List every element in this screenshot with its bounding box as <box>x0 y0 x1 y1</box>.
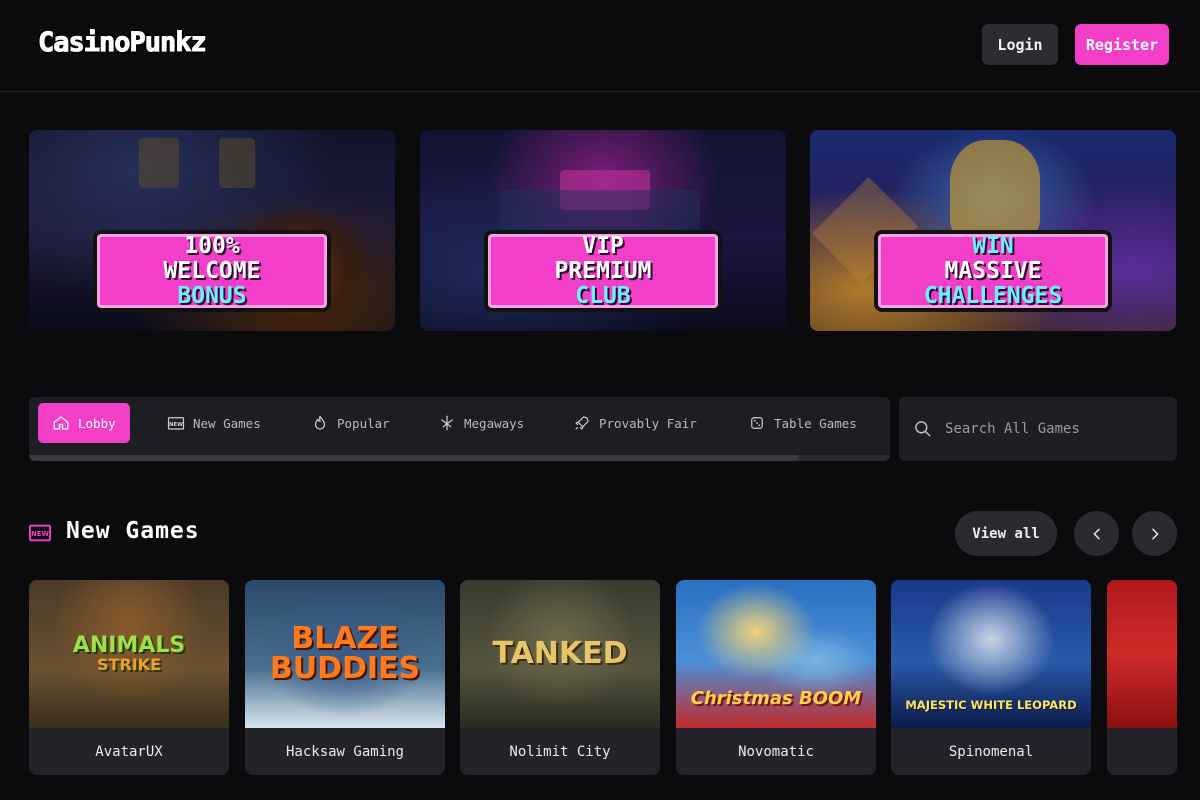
banner-line: MASSIVE <box>944 257 1042 284</box>
flame-icon <box>314 415 326 430</box>
home-icon <box>53 416 69 430</box>
banner-line: BONUS <box>177 282 247 309</box>
tab-label: Megaways <box>464 415 525 431</box>
tab-popular[interactable]: Popular <box>311 403 390 443</box>
banner-line: VIP <box>582 232 624 259</box>
game-provider: Spinomenal <box>891 728 1091 775</box>
welcome-bonus-banner[interactable]: 100% WELCOME BONUS <box>29 130 395 331</box>
game-provider: AvatarUX <box>29 728 229 775</box>
site-logo[interactable]: CasinoPunkz <box>38 27 208 59</box>
new-badge-icon: NEW <box>167 417 185 430</box>
tab-scrollbar-thumb[interactable] <box>29 455 799 461</box>
game-card-partial[interactable] <box>1107 580 1177 775</box>
chevron-left-icon <box>1093 528 1100 539</box>
dice-icon <box>751 417 763 429</box>
game-title-line: MAJESTIC WHITE LEOPARD <box>905 698 1077 713</box>
game-title-line: ANIMALS <box>72 633 186 658</box>
megaways-icon <box>441 415 453 431</box>
tab-label: Popular <box>337 415 390 431</box>
chevron-right-icon <box>1151 528 1158 539</box>
tab-lobby[interactable]: Lobby <box>38 403 130 443</box>
slot-machine-decor <box>219 138 255 188</box>
view-all-button[interactable]: View all <box>955 511 1057 556</box>
tab-label: Table Games <box>774 415 857 431</box>
game-title-line: BLAZE <box>291 621 399 656</box>
game-thumbnail: ANIMALS STRIKE <box>29 580 229 728</box>
login-button[interactable]: Login <box>982 24 1058 65</box>
section-title: New Games <box>66 518 200 544</box>
game-title-line: STRIKE <box>96 655 162 674</box>
banner-line: PREMIUM <box>554 257 652 284</box>
pharaoh-decor <box>950 140 1040 240</box>
tab-provably-fair[interactable]: Provably Fair <box>573 403 697 443</box>
game-title-line: BUDDIES <box>269 651 421 686</box>
game-card[interactable]: MAJESTIC WHITE LEOPARD Spinomenal <box>891 580 1091 775</box>
game-title-line: Christmas BOOM <box>690 688 862 709</box>
banner-line: 100% <box>184 232 240 259</box>
game-title-line: TANKED <box>492 636 628 671</box>
carousel-next-button[interactable] <box>1132 511 1177 556</box>
tab-table-games[interactable]: Table Games <box>748 403 857 443</box>
tab-megaways[interactable]: Megaways <box>438 403 524 443</box>
banner-plaque: 100% WELCOME BONUS <box>93 230 331 312</box>
game-provider-partial <box>1107 728 1177 775</box>
rocket-icon <box>575 416 589 430</box>
game-card[interactable]: BLAZE BUDDIES Hacksaw Gaming <box>245 580 445 775</box>
banner-line: CLUB <box>575 282 631 309</box>
banner-plaque: VIP PREMIUM CLUB <box>484 230 722 312</box>
search-input[interactable] <box>945 421 1145 437</box>
tab-new-games[interactable]: NEW New Games <box>167 403 261 443</box>
game-provider: Nolimit City <box>460 728 660 775</box>
new-games-section-icon: NEW <box>29 524 51 542</box>
game-thumbnail: TANKED <box>460 580 660 728</box>
svg-text:NEW: NEW <box>31 530 49 538</box>
banner-line: CHALLENGES <box>923 282 1063 309</box>
game-search-box[interactable] <box>899 397 1177 461</box>
tab-label: Provably Fair <box>599 415 697 431</box>
vip-club-banner[interactable]: VIP PREMIUM CLUB <box>420 130 786 331</box>
tab-label: New Games <box>193 415 261 431</box>
register-button[interactable]: Register <box>1075 24 1169 65</box>
slot-machine-decor <box>139 138 179 188</box>
search-icon <box>915 421 931 437</box>
tab-label: Lobby <box>78 415 116 431</box>
banner-line: WIN <box>972 232 1014 259</box>
carousel-prev-button[interactable] <box>1074 511 1119 556</box>
category-tab-bar: Lobby NEW New Games Popular Megaways Pro… <box>29 397 890 461</box>
win-challenges-banner[interactable]: WIN MASSIVE CHALLENGES <box>810 130 1176 331</box>
banner-plaque: WIN MASSIVE CHALLENGES <box>874 230 1112 312</box>
banner-line: WELCOME <box>163 257 261 284</box>
game-card[interactable]: TANKED Nolimit City <box>460 580 660 775</box>
game-thumbnail: MAJESTIC WHITE LEOPARD <box>891 580 1091 728</box>
svg-text:NEW: NEW <box>169 422 183 428</box>
game-provider: Hacksaw Gaming <box>245 728 445 775</box>
game-thumbnail <box>1107 580 1177 728</box>
game-card[interactable]: Christmas BOOM Novomatic <box>676 580 876 775</box>
site-header: CasinoPunkz Login Register <box>0 0 1200 92</box>
game-card[interactable]: ANIMALS STRIKE AvatarUX <box>29 580 229 775</box>
game-thumbnail: BLAZE BUDDIES <box>245 580 445 728</box>
game-thumbnail: Christmas BOOM <box>676 580 876 728</box>
game-provider: Novomatic <box>676 728 876 775</box>
